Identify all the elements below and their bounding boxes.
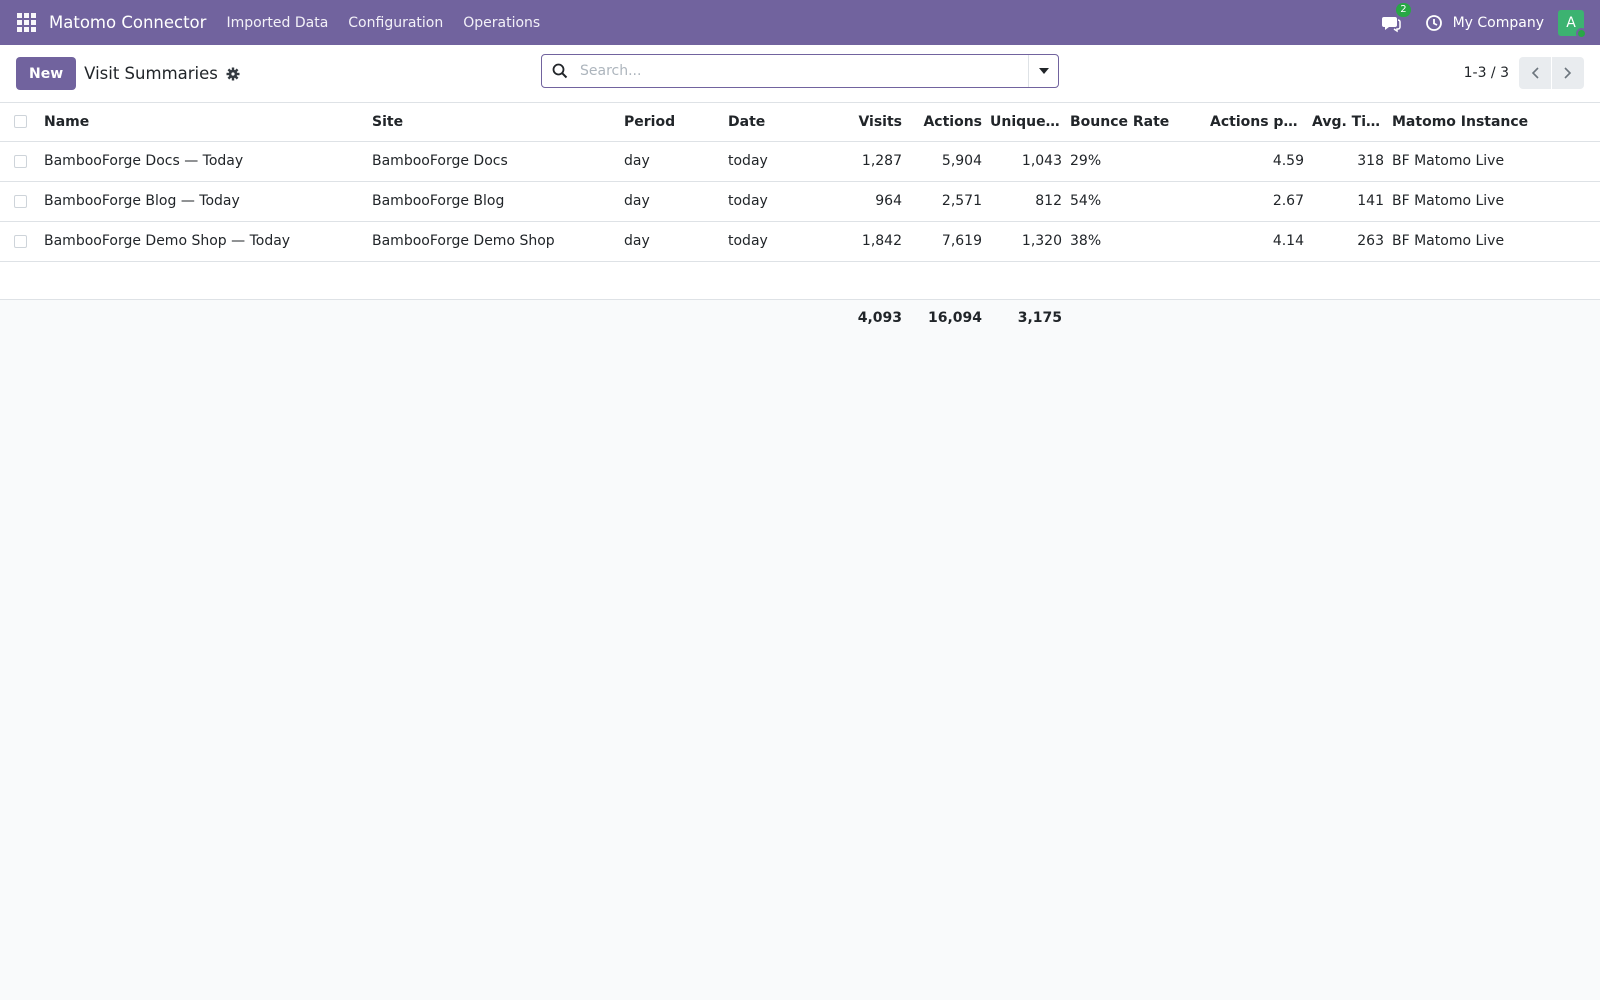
cell-bounce-rate[interactable]: 54% — [1066, 181, 1206, 222]
row-checkbox[interactable] — [13, 234, 27, 248]
top-navbar: Matomo Connector Imported Data Configura… — [0, 0, 1600, 45]
row-select-cell — [0, 181, 40, 222]
totals-row: 4,093 16,094 3,175 — [0, 299, 1600, 337]
empty-row-cell — [0, 261, 1600, 300]
search-input[interactable] — [580, 63, 1028, 79]
cell-period[interactable]: day — [620, 141, 724, 182]
cell-actions[interactable]: 2,571 — [906, 181, 986, 222]
menu-configuration[interactable]: Configuration — [348, 15, 443, 31]
app-brand[interactable]: Matomo Connector — [49, 13, 206, 32]
cell-visits[interactable]: 1,842 — [824, 221, 906, 262]
cell-date[interactable]: today — [724, 181, 824, 222]
control-panel: New Visit Summaries 1-3 / 3 — [0, 45, 1600, 103]
chevron-right-icon — [1564, 67, 1572, 79]
totals-spacer — [0, 299, 824, 337]
column-header-date[interactable]: Date — [724, 103, 824, 142]
column-header-matomo-instance[interactable]: Matomo Instance — [1388, 103, 1600, 142]
column-header-bounce-rate[interactable]: Bounce Rate — [1066, 103, 1206, 142]
cell-avg-time[interactable]: 141 — [1308, 181, 1388, 222]
chat-icon[interactable]: 2 — [1381, 2, 1411, 33]
cell-actions[interactable]: 5,904 — [906, 141, 986, 182]
column-header-avg-time[interactable]: Avg. Tim... — [1308, 103, 1388, 142]
row-select-cell — [0, 221, 40, 262]
cell-site[interactable]: BambooForge Docs — [368, 141, 620, 182]
online-status-dot — [1576, 27, 1587, 39]
cell-actions-per-visit[interactable]: 4.14 — [1206, 221, 1308, 262]
cell-bounce-rate[interactable]: 29% — [1066, 141, 1206, 182]
pager-previous-button[interactable] — [1519, 57, 1551, 89]
search-box — [541, 54, 1059, 88]
user-avatar[interactable]: A — [1558, 9, 1587, 39]
cell-matomo-instance[interactable]: BF Matomo Live — [1388, 181, 1600, 222]
page-title: Visit Summaries — [84, 64, 218, 83]
apps-grid-icon[interactable] — [17, 12, 37, 33]
total-actions: 16,094 — [906, 299, 986, 337]
cell-date[interactable]: today — [724, 221, 824, 262]
cell-actions-per-visit[interactable]: 2.67 — [1206, 181, 1308, 222]
caret-down-icon — [1038, 68, 1049, 74]
cell-avg-time[interactable]: 263 — [1308, 221, 1388, 262]
column-header-actions-per-visit[interactable]: Actions per ... — [1206, 103, 1308, 142]
select-all-checkbox[interactable] — [13, 115, 27, 129]
chat-count-badge: 2 — [1396, 2, 1411, 17]
cell-unique[interactable]: 1,043 — [986, 141, 1066, 182]
select-all-cell — [0, 103, 40, 142]
cell-matomo-instance[interactable]: BF Matomo Live — [1388, 221, 1600, 262]
menu-operations[interactable]: Operations — [463, 15, 540, 31]
empty-row — [0, 261, 1600, 300]
visit-summaries-table: Name Site Period Date Visits Actions Uni… — [0, 103, 1600, 337]
table-header-row: Name Site Period Date Visits Actions Uni… — [0, 103, 1600, 142]
cell-site[interactable]: BambooForge Blog — [368, 181, 620, 222]
cell-name[interactable]: BambooForge Blog — Today — [40, 181, 368, 222]
column-header-actions[interactable]: Actions — [906, 103, 986, 142]
cell-avg-time[interactable]: 318 — [1308, 141, 1388, 182]
cell-name[interactable]: BambooForge Docs — Today — [40, 141, 368, 182]
column-header-site[interactable]: Site — [368, 103, 620, 142]
table-row[interactable]: BambooForge Docs — Today BambooForge Doc… — [0, 141, 1600, 182]
cell-visits[interactable]: 964 — [824, 181, 906, 222]
table-row[interactable]: BambooForge Blog — Today BambooForge Blo… — [0, 181, 1600, 222]
cell-matomo-instance[interactable]: BF Matomo Live — [1388, 141, 1600, 182]
cell-period[interactable]: day — [620, 221, 724, 262]
pager-next-button[interactable] — [1552, 57, 1584, 89]
cell-date[interactable]: today — [724, 141, 824, 182]
cell-actions[interactable]: 7,619 — [906, 221, 986, 262]
clock-icon[interactable] — [1425, 14, 1443, 32]
new-button[interactable]: New — [16, 57, 77, 90]
list-view: Name Site Period Date Visits Actions Uni… — [0, 103, 1600, 337]
column-header-period[interactable]: Period — [620, 103, 724, 142]
total-visits: 4,093 — [824, 299, 906, 337]
search-options-toggle[interactable] — [1028, 55, 1058, 87]
menu-imported-data[interactable]: Imported Data — [226, 15, 328, 31]
cell-unique[interactable]: 1,320 — [986, 221, 1066, 262]
table-row[interactable]: BambooForge Demo Shop — Today BambooForg… — [0, 221, 1600, 262]
pager-value[interactable]: 1-3 / 3 — [1464, 65, 1509, 81]
cell-unique[interactable]: 812 — [986, 181, 1066, 222]
row-checkbox[interactable] — [13, 154, 27, 168]
row-select-cell — [0, 141, 40, 182]
search-icon — [552, 63, 568, 79]
cell-actions-per-visit[interactable]: 4.59 — [1206, 141, 1308, 182]
company-switcher[interactable]: My Company — [1453, 15, 1544, 31]
chevron-left-icon — [1531, 67, 1539, 79]
row-checkbox[interactable] — [13, 194, 27, 208]
total-unique: 3,175 — [986, 299, 1066, 337]
column-header-visits[interactable]: Visits — [824, 103, 906, 142]
pager: 1-3 / 3 — [1464, 57, 1584, 89]
gear-icon[interactable] — [226, 67, 240, 81]
cell-bounce-rate[interactable]: 38% — [1066, 221, 1206, 262]
cell-site[interactable]: BambooForge Demo Shop — [368, 221, 620, 262]
totals-spacer-end — [1066, 299, 1600, 337]
column-header-name[interactable]: Name — [40, 103, 368, 142]
empty-content-area — [0, 337, 1600, 997]
cell-visits[interactable]: 1,287 — [824, 141, 906, 182]
cell-period[interactable]: day — [620, 181, 724, 222]
cell-name[interactable]: BambooForge Demo Shop — Today — [40, 221, 368, 262]
avatar-letter: A — [1566, 14, 1576, 31]
column-header-unique[interactable]: Unique ... — [986, 103, 1066, 142]
